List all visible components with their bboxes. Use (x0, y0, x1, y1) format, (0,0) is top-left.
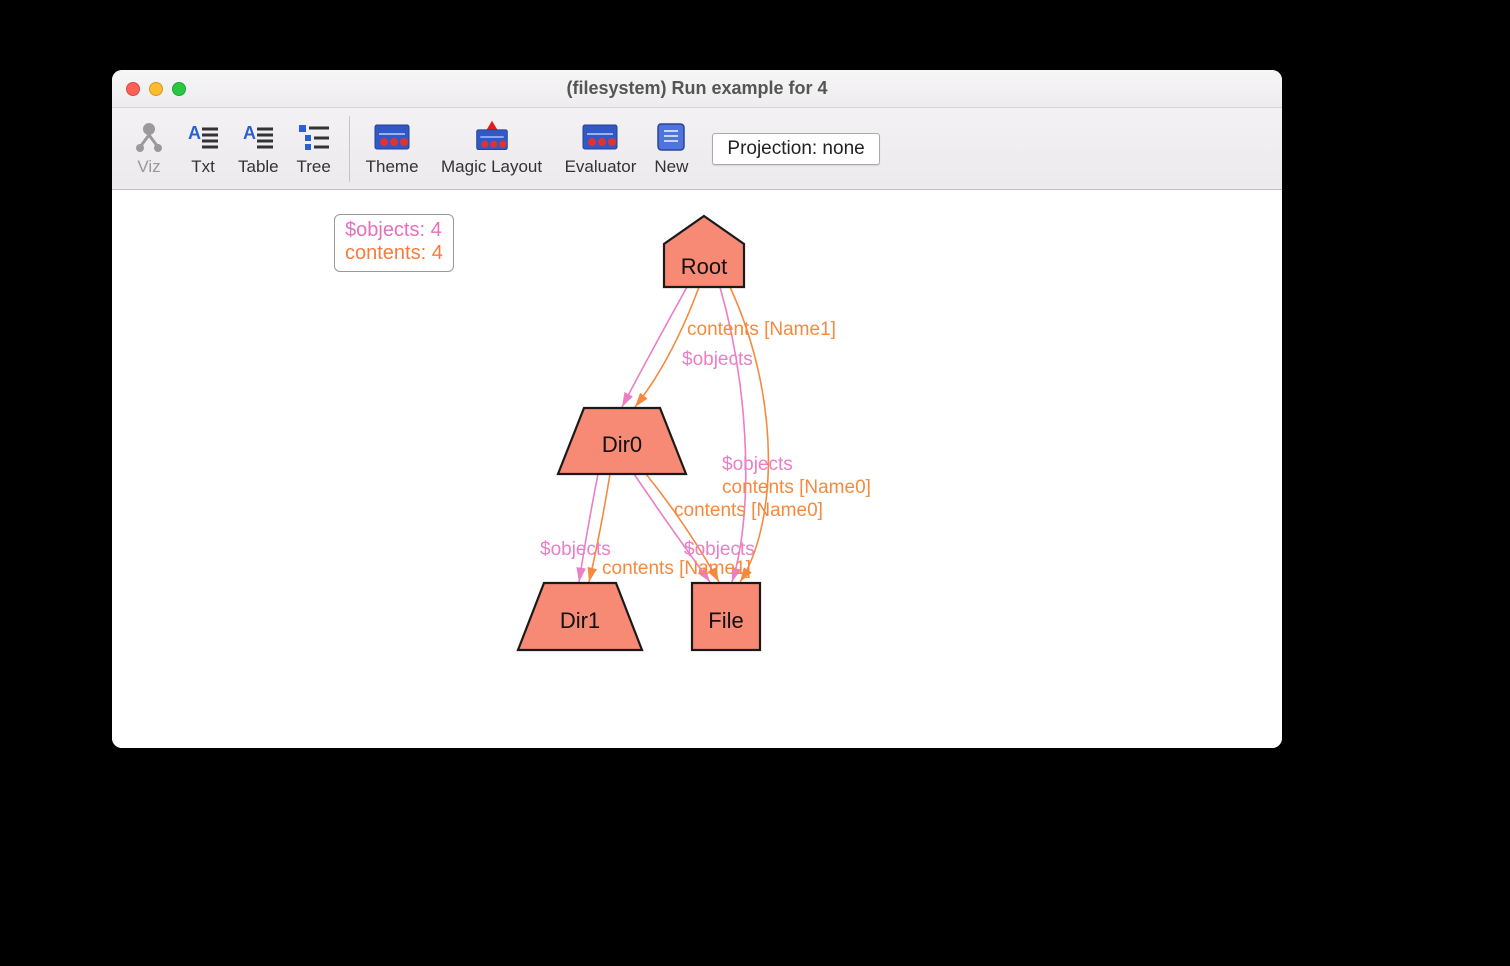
toolbar-separator (349, 116, 350, 182)
new-button[interactable]: New (644, 115, 698, 183)
edgelabel-root-file-objects: $objects (722, 454, 793, 475)
slider-panel-icon (374, 119, 410, 155)
edgelabel-root-dir0-contents: contents [Name1] (687, 319, 836, 340)
edgelabel-dir0-file-contents: contents [Name0] (674, 500, 823, 521)
svg-text:A: A (243, 123, 256, 143)
scroll-icon (653, 119, 689, 155)
tree-tab[interactable]: Tree (287, 115, 341, 183)
edgelabel-dir0-dir1-contents: contents [Name1] (602, 558, 751, 579)
app-window: (filesystem) Run example for 4 Viz A (112, 70, 1282, 748)
window-controls (126, 82, 186, 96)
text-lines-icon: A (185, 119, 221, 155)
edge-root-dir0-objects (622, 287, 687, 407)
text-lines-icon: A (240, 119, 276, 155)
slider-arrow-icon (474, 119, 510, 155)
viz-icon (131, 119, 167, 155)
viz-label: Viz (137, 157, 160, 177)
theme-button[interactable]: Theme (358, 115, 427, 183)
txt-tab[interactable]: A Txt (176, 115, 230, 183)
viz-tab[interactable]: Viz (122, 115, 176, 183)
theme-label: Theme (366, 157, 419, 177)
graph-canvas[interactable]: $objects: 4 contents: 4 (112, 190, 1282, 748)
edge-dir0-dir1-objects (579, 474, 598, 582)
graph-svg: contents [Name1] $objects $objects conte… (112, 190, 1282, 748)
node-root-label: Root (681, 254, 727, 279)
magic-layout-label: Magic Layout (441, 157, 542, 177)
node-file-label: File (708, 608, 743, 633)
edge-root-dir0-contents (635, 287, 699, 407)
edgelabel-dir0-file-objects: $objects (684, 539, 755, 560)
titlebar: (filesystem) Run example for 4 (112, 70, 1282, 108)
minimize-icon[interactable] (149, 82, 163, 96)
node-dir0-label: Dir0 (602, 432, 642, 457)
window-title: (filesystem) Run example for 4 (112, 78, 1282, 99)
svg-text:A: A (188, 123, 201, 143)
tree-icon (296, 119, 332, 155)
txt-label: Txt (191, 157, 215, 177)
projection-dropdown[interactable]: Projection: none (712, 133, 879, 165)
node-dir1-label: Dir1 (560, 608, 600, 633)
edgelabel-root-dir0-objects: $objects (682, 349, 753, 370)
evaluator-button[interactable]: Evaluator (557, 115, 645, 183)
toolbar: Viz A Txt A (112, 108, 1282, 190)
edgelabel-root-file-contents: contents [Name0] (722, 477, 871, 498)
table-label: Table (238, 157, 279, 177)
tree-label: Tree (296, 157, 330, 177)
edgelabel-dir0-dir1-objects: $objects (540, 539, 611, 560)
slider-panel-icon (582, 119, 618, 155)
close-icon[interactable] (126, 82, 140, 96)
zoom-icon[interactable] (172, 82, 186, 96)
evaluator-label: Evaluator (565, 157, 637, 177)
table-tab[interactable]: A Table (230, 115, 287, 183)
new-label: New (654, 157, 688, 177)
magic-layout-button[interactable]: Magic Layout (427, 115, 557, 183)
